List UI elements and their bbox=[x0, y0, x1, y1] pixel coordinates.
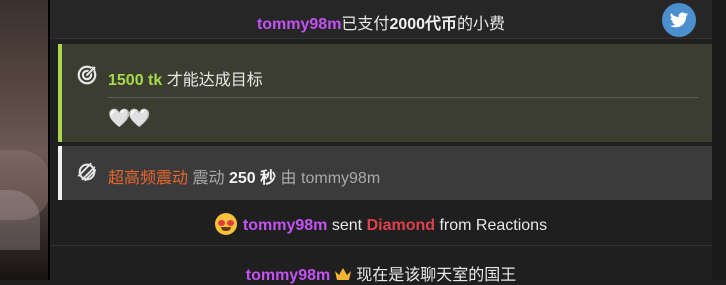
crown-icon bbox=[335, 268, 352, 280]
reaction-sent: sent bbox=[331, 217, 363, 234]
goal-divider bbox=[108, 97, 698, 98]
goal-hearts: 🤍🤍 bbox=[108, 108, 151, 128]
tip-message-text: tommy98m已支付2000代币的小费 bbox=[50, 10, 712, 34]
king-username[interactable]: tommy98m bbox=[246, 267, 330, 284]
reaction-message: tommy98m sent Diamond from Reactions bbox=[50, 205, 712, 246]
tip-text-after: 的小费 bbox=[457, 16, 506, 33]
vibration-duration: 250 秒 bbox=[228, 170, 277, 187]
video-preview-edge bbox=[0, 0, 50, 280]
reaction-text: tommy98m sent Diamond from Reactions bbox=[50, 213, 712, 235]
goal-amount: 1500 tk bbox=[108, 72, 163, 89]
vibration-message: 超高频震动 震动 250 秒 由 tommy98m bbox=[58, 146, 712, 200]
tip-text-before: 已支付 bbox=[341, 16, 390, 33]
goal-description: 才能达成目标 bbox=[166, 72, 263, 89]
heart-eyes-emoji-icon bbox=[214, 213, 237, 235]
king-message: tommy98m 现在是该聊天室的国王 bbox=[50, 250, 712, 284]
vibration-by: 由 bbox=[280, 170, 297, 187]
reaction-from: from Reactions bbox=[439, 217, 548, 234]
vibration-icon bbox=[77, 162, 97, 182]
goal-target-icon bbox=[77, 65, 97, 85]
vibration-word: 震动 bbox=[192, 170, 225, 187]
tip-message: tommy98m已支付2000代币的小费 bbox=[50, 0, 712, 39]
vibration-text: 超高频震动 震动 250 秒 由 tommy98m bbox=[108, 164, 380, 188]
vibration-username[interactable]: tommy98m bbox=[301, 170, 380, 187]
twitter-icon[interactable] bbox=[662, 3, 696, 37]
reaction-item: Diamond bbox=[366, 217, 436, 234]
king-text: tommy98m 现在是该聊天室的国王 bbox=[50, 261, 712, 285]
tip-username[interactable]: tommy98m bbox=[257, 16, 341, 33]
king-description: 现在是该聊天室的国王 bbox=[356, 267, 517, 284]
tip-amount: 2000代币 bbox=[389, 16, 458, 33]
vibration-level: 超高频震动 bbox=[108, 170, 189, 187]
reaction-username[interactable]: tommy98m bbox=[243, 217, 327, 234]
goal-message: 1500 tk 才能达成目标 🤍🤍 bbox=[58, 44, 712, 142]
scrollbar-track[interactable] bbox=[712, 0, 726, 280]
goal-text: 1500 tk 才能达成目标 bbox=[108, 66, 263, 90]
chat-feed: tommy98m已支付2000代币的小费 1500 tk 才能达成目标 🤍🤍 超… bbox=[50, 0, 712, 284]
